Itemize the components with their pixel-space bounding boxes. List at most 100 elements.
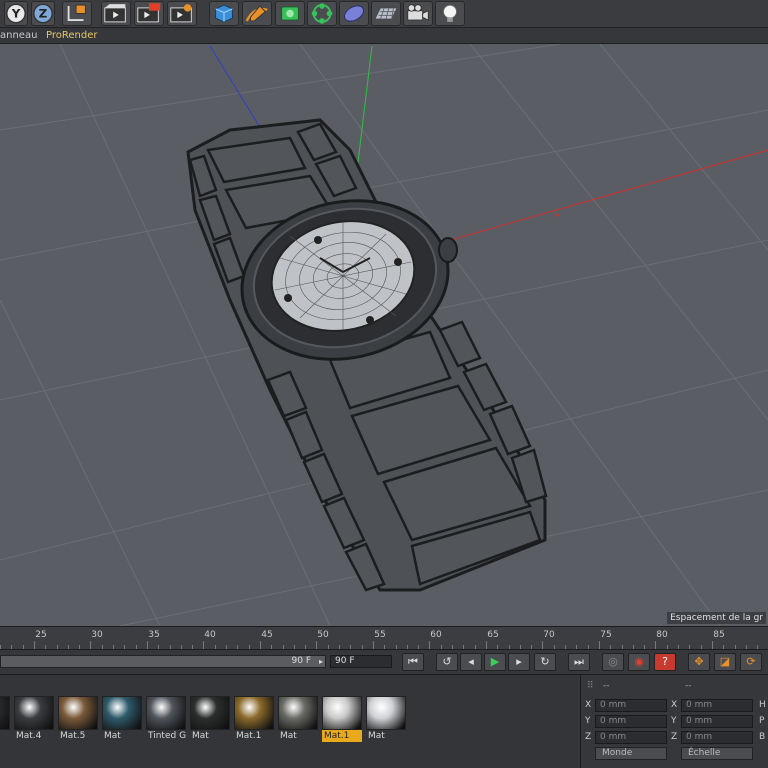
next-frame-icon[interactable]: ▸ <box>508 653 530 671</box>
camera-icon[interactable] <box>403 1 433 26</box>
end-frame-field[interactable]: 90 F <box>330 655 392 668</box>
grip-icon: ⠿ <box>587 681 594 691</box>
size-y-field[interactable]: 0 mm <box>681 715 753 728</box>
menu-bar: anneau ProRender <box>0 28 768 44</box>
material-swatch[interactable]: Mat.1 <box>322 696 362 744</box>
timeline-tick <box>305 645 307 649</box>
go-to-start-icon[interactable]: ⏮ <box>402 653 424 671</box>
3d-viewport[interactable]: Espacement de la gr <box>0 44 768 626</box>
material-preview-sphere <box>278 696 318 730</box>
timeline-tick-label: 40 <box>204 630 216 640</box>
timeline-tick <box>192 645 194 649</box>
timeline-tick <box>79 645 81 649</box>
timeline-tick <box>678 645 679 649</box>
timeline-tick <box>339 645 340 649</box>
grid-spacing-label: Espacement de la gr <box>667 612 766 624</box>
timeline-tick-label: 50 <box>317 630 329 640</box>
coordinates-manager: ⠿ -- -- X 0 mm X 0 mm H Y 0 mm Y 0 mm P … <box>580 674 768 768</box>
coords-header-position: -- <box>603 681 610 691</box>
light-icon[interactable] <box>435 1 465 26</box>
timeline-tick <box>0 645 1 649</box>
timeline-tick <box>418 645 420 649</box>
go-to-end-icon[interactable]: ⏭ <box>568 653 590 671</box>
array-cloner-icon[interactable] <box>307 1 337 26</box>
position-x-field[interactable]: 0 mm <box>595 699 667 712</box>
floor-scene-icon[interactable] <box>371 1 401 26</box>
material-preview-sphere <box>0 696 10 730</box>
coordinate-mode-dropdown[interactable]: Monde <box>595 747 667 760</box>
timeline-tick-label: 85 <box>713 630 725 640</box>
deformer-icon[interactable] <box>339 1 369 26</box>
previous-frame-icon[interactable]: ◂ <box>460 653 482 671</box>
material-swatch[interactable]: Mat <box>102 696 142 744</box>
watch-model[interactable] <box>186 118 548 592</box>
timeline-tick <box>621 645 623 649</box>
size-mode-dropdown[interactable]: Échelle <box>681 747 753 760</box>
timeline-tick <box>169 645 171 649</box>
material-swatch[interactable]: Tinted G <box>146 696 186 744</box>
record-scale-icon[interactable]: ◪ <box>714 653 736 671</box>
render-view-icon[interactable] <box>101 1 131 26</box>
timeline-tick <box>180 645 182 649</box>
record-keyframes-icon[interactable]: ◎ <box>602 653 624 671</box>
timeline-tick <box>711 641 713 649</box>
keyframe-selection-icon[interactable]: ? <box>654 653 676 671</box>
timeline-tick <box>734 645 736 649</box>
size-z-field[interactable]: 0 mm <box>681 731 753 744</box>
timeline-tick-label: 80 <box>656 630 668 640</box>
menu-item-panneau[interactable]: anneau <box>0 30 37 41</box>
pen-spline-icon[interactable] <box>242 1 272 26</box>
timeline-tick <box>259 641 261 649</box>
material-swatch[interactable]: Mat <box>190 696 230 744</box>
timeline-tick <box>214 645 216 649</box>
material-swatch[interactable]: Mat.4 <box>14 696 54 744</box>
timeline-tick <box>67 645 69 649</box>
timeline-tick <box>452 645 453 649</box>
render-picture-viewer-icon[interactable] <box>134 1 164 26</box>
timeline-tick <box>113 645 114 649</box>
nurbs-icon[interactable] <box>275 1 305 26</box>
timeline-tick <box>440 645 442 649</box>
timeline-ruler[interactable]: 25 30 35 40 45 50 55 60 65 70 75 80 85 <box>0 626 768 650</box>
material-preview-sphere <box>322 696 362 730</box>
timeline-tick <box>226 645 227 649</box>
timeline-tick <box>384 645 386 649</box>
timeline-tick <box>531 645 533 649</box>
timeline-tick <box>124 645 126 649</box>
render-settings-icon[interactable] <box>167 1 197 26</box>
frame-slider-value: 90 F <box>291 656 312 666</box>
timeline-tick <box>757 645 759 649</box>
timeline-tick <box>474 645 476 649</box>
material-swatch[interactable]: Mat <box>278 696 318 744</box>
material-swatch[interactable] <box>0 696 10 744</box>
autokeying-icon[interactable]: ◉ <box>628 653 650 671</box>
material-manager: Mat.4 Mat.5 Mat Tinted G Mat Mat.1 Mat Mat.1 Mat <box>0 674 580 768</box>
svg-text:Z: Z <box>39 7 48 21</box>
axis-y-icon[interactable]: Y <box>4 1 28 26</box>
record-position-icon[interactable]: ✥ <box>688 653 710 671</box>
position-z-field[interactable]: 0 mm <box>595 731 667 744</box>
material-swatch[interactable]: Mat <box>366 696 406 744</box>
material-preview-sphere <box>146 696 186 730</box>
cube-primitive-icon[interactable] <box>209 1 239 26</box>
timeline-tick <box>519 645 521 649</box>
material-swatch[interactable]: Mat.1 <box>234 696 274 744</box>
timeline-tick <box>90 641 92 649</box>
go-to-next-keyframe-icon[interactable]: ↻ <box>534 653 556 671</box>
coordinate-system-icon[interactable] <box>62 1 92 26</box>
timeline-tick <box>22 645 24 649</box>
play-forward-icon[interactable]: ▶ <box>484 653 506 671</box>
material-preview-sphere <box>366 696 406 730</box>
material-swatch[interactable]: Mat.5 <box>58 696 98 744</box>
position-y-field[interactable]: 0 mm <box>595 715 667 728</box>
axis-z-icon[interactable]: Z <box>31 1 55 26</box>
frame-range-slider[interactable]: 90 F ▸ <box>0 655 326 668</box>
timeline-tick <box>271 645 273 649</box>
timeline-tick <box>632 645 634 649</box>
size-x-field[interactable]: 0 mm <box>681 699 753 712</box>
timeline-tick <box>565 645 566 649</box>
go-to-previous-keyframe-icon[interactable]: ↺ <box>436 653 458 671</box>
menu-item-prorender[interactable]: ProRender <box>46 30 97 41</box>
record-rotation-icon[interactable]: ⟳ <box>740 653 762 671</box>
timeline-tick <box>282 645 284 649</box>
